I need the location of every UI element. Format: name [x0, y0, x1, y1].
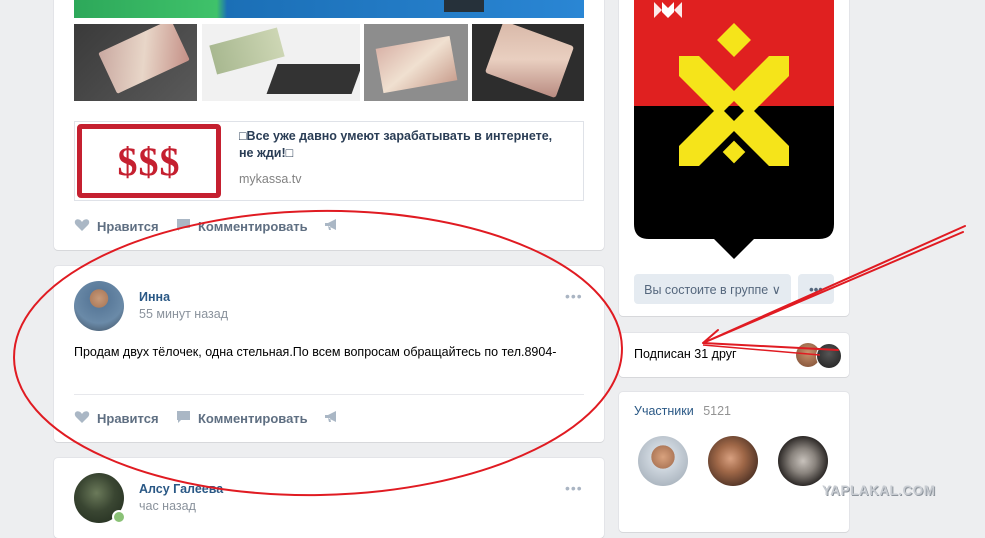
- post-author[interactable]: Алсу Галеева: [139, 482, 223, 496]
- members-label: Участники: [634, 404, 694, 418]
- more-dots-icon: •••: [809, 281, 823, 297]
- like-button[interactable]: Нравится: [74, 218, 159, 235]
- friends-card[interactable]: Подписан 31 друг: [619, 333, 849, 377]
- link-card[interactable]: $$$ □Все уже давно умеют зарабатывать в …: [74, 121, 584, 201]
- members-header[interactable]: Участники 5121: [634, 404, 731, 418]
- heart-icon: [74, 218, 90, 235]
- like-label: Нравится: [97, 411, 159, 426]
- more-dots-icon[interactable]: •••: [565, 480, 583, 496]
- post-card-1: $$$ □Все уже давно умеют зарабатывать в …: [54, 0, 604, 250]
- share-megaphone-icon: [324, 410, 340, 427]
- group-cover-card: Вы состоите в группе ∨ •••: [619, 0, 849, 316]
- post-author[interactable]: Инна: [139, 290, 170, 304]
- members-card: Участники 5121: [619, 392, 849, 532]
- comment-icon: [176, 218, 191, 235]
- share-megaphone-icon: [324, 218, 340, 235]
- post-divider: [74, 394, 584, 395]
- link-card-title[interactable]: □Все уже давно умеют зарабатывать в инте…: [239, 128, 569, 162]
- post-card-3: Алсу Галеева час назад •••: [54, 458, 604, 538]
- online-indicator: [112, 510, 126, 524]
- thumb-dollar-text: $$$: [117, 138, 181, 184]
- money-photo-1[interactable]: [74, 24, 197, 101]
- post-banner-image[interactable]: [74, 0, 584, 18]
- share-button[interactable]: [324, 410, 340, 427]
- group-more-button[interactable]: •••: [798, 274, 834, 304]
- post-time[interactable]: 55 минут назад: [139, 307, 228, 321]
- like-label: Нравится: [97, 219, 159, 234]
- comment-button[interactable]: Комментировать: [176, 218, 308, 235]
- join-group-label: Вы состоите в группе ∨: [644, 282, 781, 297]
- watermark: YAPLAKAL.COM: [822, 483, 936, 498]
- members-count: 5121: [703, 404, 732, 418]
- post-card-2: Инна 55 минут назад ••• Продам двух тёло…: [54, 266, 604, 442]
- link-card-domain[interactable]: mykassa.tv: [239, 172, 302, 186]
- comment-label: Комментировать: [198, 219, 308, 234]
- heart-icon: [74, 410, 90, 427]
- comment-icon: [176, 410, 191, 427]
- member-avatar[interactable]: [638, 436, 688, 486]
- money-photo-2[interactable]: [202, 24, 360, 101]
- post-time[interactable]: час назад: [139, 499, 196, 513]
- friend-avatar[interactable]: [816, 343, 842, 369]
- member-avatar[interactable]: [778, 436, 828, 486]
- more-dots-icon[interactable]: •••: [565, 288, 583, 304]
- money-photo-4[interactable]: [472, 24, 584, 101]
- group-emblem[interactable]: [634, 0, 834, 264]
- link-card-thumb: $$$: [77, 124, 221, 198]
- post-text: Продам двух тёлочек, одна стельная.По вс…: [74, 345, 557, 359]
- comment-button[interactable]: Комментировать: [176, 410, 308, 427]
- banner-dark-figure: [444, 0, 484, 12]
- share-button[interactable]: [324, 218, 340, 235]
- comment-label: Комментировать: [198, 411, 308, 426]
- author-avatar-inna[interactable]: [74, 281, 124, 331]
- member-avatar[interactable]: [708, 436, 758, 486]
- like-button[interactable]: Нравится: [74, 410, 159, 427]
- join-group-button[interactable]: Вы состоите в группе ∨: [634, 274, 791, 304]
- money-photo-3[interactable]: [364, 24, 468, 101]
- friends-label[interactable]: Подписан 31 друг: [634, 347, 737, 361]
